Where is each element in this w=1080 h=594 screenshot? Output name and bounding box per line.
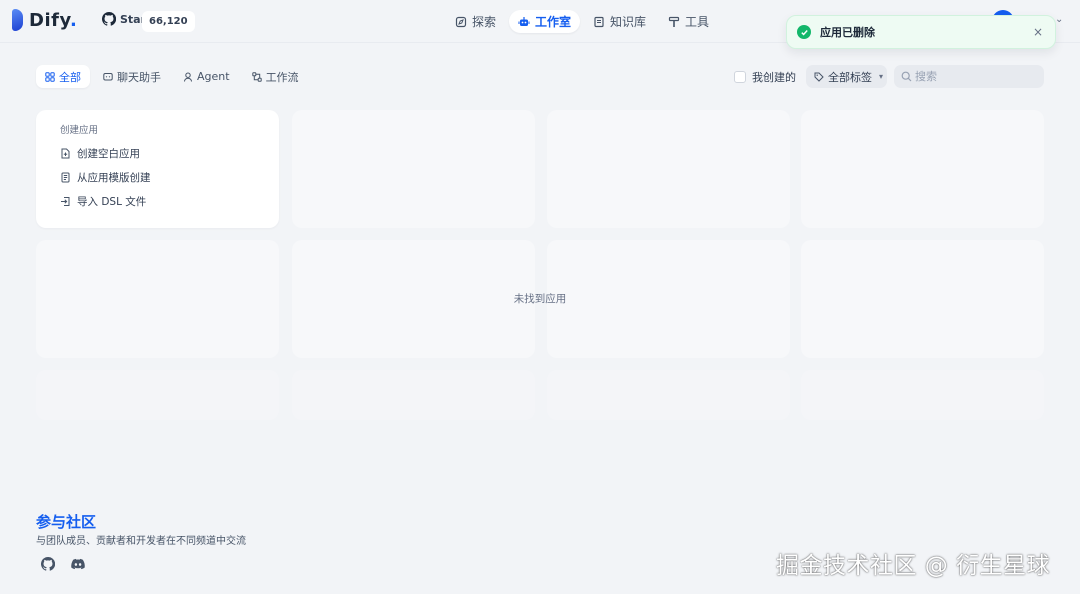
nav-tools-label: 工具	[685, 15, 710, 29]
community-links	[41, 557, 85, 571]
chevron-down-icon: ▾	[879, 72, 884, 81]
search-box[interactable]	[894, 65, 1044, 88]
nav-knowledge-label: 知识库	[610, 15, 647, 29]
app-card-placeholder	[36, 370, 279, 420]
nav-studio[interactable]: 工作室	[509, 10, 581, 33]
nav-explore[interactable]: 探索	[446, 10, 505, 33]
empty-state-message: 未找到应用	[513, 293, 567, 305]
github-star-button[interactable]: Star	[102, 12, 146, 26]
workflow-icon	[251, 71, 262, 82]
app-card-placeholder	[547, 370, 790, 420]
agent-icon	[184, 72, 192, 82]
file-plus-icon	[61, 148, 70, 158]
tab-chat-assistant-label: 聊天助手	[117, 70, 161, 84]
toast-message: 应用已删除	[820, 26, 875, 39]
tab-agent[interactable]: Agent	[174, 65, 239, 88]
create-blank-app-button[interactable]: 创建空白应用	[60, 143, 279, 163]
watermark-text: 掘金技术社区 @ 衍生星球	[776, 553, 1051, 579]
nav-tools[interactable]: 工具	[659, 10, 718, 33]
nav-explore-label: 探索	[472, 15, 497, 29]
github-icon	[102, 12, 116, 26]
created-by-me-filter[interactable]: 我创建的	[734, 69, 796, 85]
template-icon	[61, 172, 70, 182]
tag-icon	[814, 72, 824, 82]
star-count[interactable]: 66,120	[142, 11, 195, 32]
app-card-placeholder	[801, 240, 1044, 358]
app-card-placeholder	[292, 110, 535, 228]
community-title: 参与社区	[36, 513, 97, 531]
create-app-title: 创建应用	[60, 125, 99, 136]
logo-text: Dify.	[29, 9, 78, 31]
toast-notification: 应用已删除 ×	[786, 15, 1056, 49]
import-dsl-label: 导入 DSL 文件	[77, 195, 147, 208]
logo-mark	[12, 9, 23, 31]
discord-icon[interactable]	[71, 557, 85, 571]
app-card-placeholder	[547, 110, 790, 228]
chevron-down-icon[interactable]: ⌄	[1055, 14, 1063, 25]
search-input[interactable]	[915, 70, 1035, 83]
hammer-icon	[668, 16, 680, 27]
main-nav: 探索 工作室 知识库 工具	[446, 10, 718, 33]
tag-filter-dropdown[interactable]: 全部标签 ▾	[806, 65, 887, 88]
created-by-me-label: 我创建的	[752, 71, 796, 84]
app-card-placeholder	[36, 240, 279, 358]
close-icon[interactable]: ×	[1033, 25, 1043, 39]
app-card-placeholder	[801, 110, 1044, 228]
compass-icon	[455, 16, 467, 27]
import-icon	[61, 196, 70, 206]
created-by-me-checkbox[interactable]	[734, 71, 746, 83]
app-type-tabs: 全部 聊天助手 Agent 工作流	[36, 65, 308, 88]
community-subtitle: 与团队成员、贡献者和开发者在不同频道中交流	[36, 536, 246, 547]
tab-workflow[interactable]: 工作流	[243, 65, 308, 88]
tab-all-label: 全部	[59, 70, 81, 84]
app-card-placeholder	[801, 370, 1044, 420]
tab-agent-label: Agent	[197, 70, 230, 83]
github-icon[interactable]	[41, 557, 55, 571]
create-from-template-button[interactable]: 从应用模版创建	[60, 167, 279, 187]
check-circle-icon	[797, 25, 811, 39]
tab-chat-assistant[interactable]: 聊天助手	[94, 65, 170, 88]
search-icon	[901, 71, 912, 82]
dify-logo[interactable]: Dify.	[12, 9, 77, 31]
create-app-card: 创建应用 创建空白应用 从应用模版创建 导入 DSL 文件	[36, 110, 279, 228]
nav-studio-label: 工作室	[535, 15, 572, 29]
book-icon	[594, 16, 604, 27]
nav-knowledge[interactable]: 知识库	[584, 10, 655, 33]
chat-icon	[103, 72, 113, 80]
app-card-placeholder	[292, 370, 535, 420]
tab-all[interactable]: 全部	[36, 65, 90, 88]
create-blank-app-label: 创建空白应用	[77, 147, 140, 160]
create-from-template-label: 从应用模版创建	[77, 171, 151, 184]
grid-icon	[45, 71, 55, 82]
tab-workflow-label: 工作流	[265, 70, 299, 84]
import-dsl-button[interactable]: 导入 DSL 文件	[60, 191, 279, 211]
robot-icon	[518, 16, 530, 26]
tag-filter-label: 全部标签	[828, 70, 872, 84]
